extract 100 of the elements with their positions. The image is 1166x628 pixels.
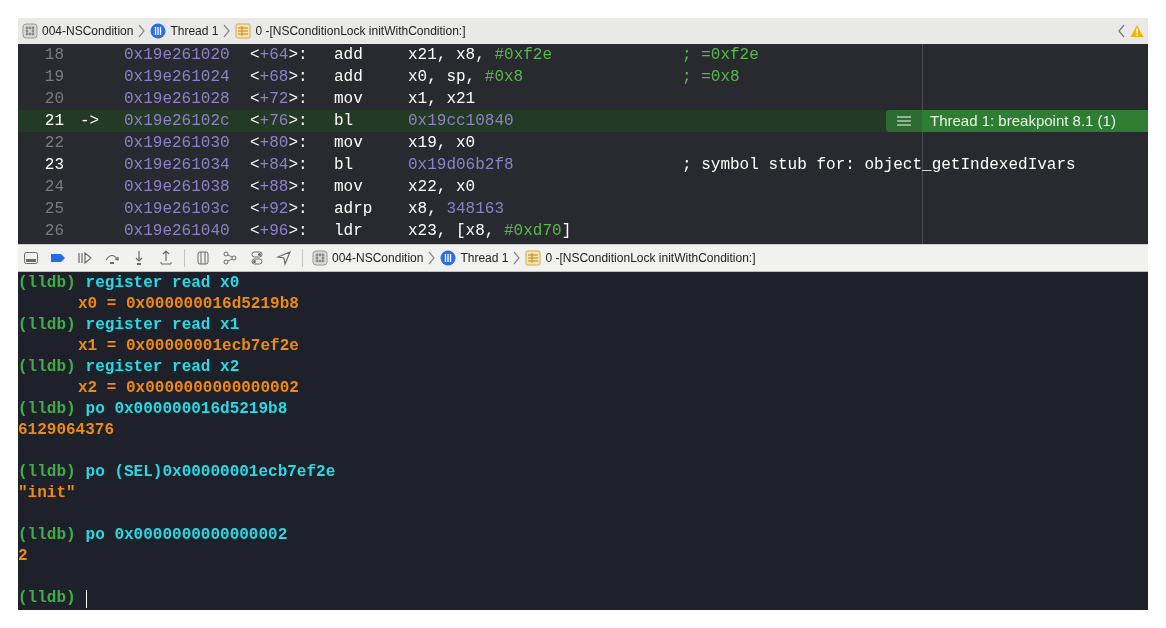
mnemonic: add (334, 67, 364, 88)
line-number: 19 (43, 67, 64, 88)
chevron-icon (137, 24, 147, 38)
output-text: 6129064376 (18, 420, 114, 441)
lldb-prompt: (lldb) (18, 462, 76, 483)
stack-frame-icon (525, 250, 542, 266)
breakpoint-annotation: Thread 1: breakpoint 8.1 (1) (922, 110, 1148, 132)
line-number: 25 (43, 199, 64, 220)
mnemonic: mov (334, 89, 364, 110)
lldb-prompt: (lldb) (18, 357, 76, 378)
mnemonic: adrp (334, 199, 374, 220)
toggle-switches-icon (249, 250, 265, 266)
toggle-switches-button[interactable] (248, 249, 266, 267)
offset: <+84>: (250, 155, 309, 176)
line-number: 23 (43, 155, 64, 176)
operands: x8, 348163 (408, 199, 505, 220)
comment: ; =0xf2e (682, 45, 759, 66)
memory-graph-icon (222, 250, 238, 266)
annotation-menu-button[interactable] (886, 110, 922, 132)
output-text: x0 = 0x000000016d5219b8 (78, 294, 299, 315)
memory-graph-button[interactable] (221, 249, 239, 267)
command-text: register read x0 (85, 273, 240, 294)
mnemonic: bl (334, 155, 355, 176)
location-arrow-icon (276, 250, 292, 266)
lldb-prompt: (lldb) (18, 273, 76, 294)
console-toggle-button[interactable] (22, 249, 40, 267)
comment: ; =0x8 (682, 67, 740, 88)
command-text: po (SEL)0x00000001ecb7ef2e (85, 462, 336, 483)
offset: <+88>: (250, 177, 309, 198)
offset: <+80>: (250, 133, 309, 154)
chevron-left-icon (1117, 24, 1126, 38)
breadcrumb-item[interactable]: 0 -[NSConditionLock initWithCondition:] (545, 249, 756, 267)
console-toggle-icon (23, 250, 39, 266)
command-text: register read x1 (85, 315, 240, 336)
chevron-icon (222, 24, 232, 38)
mnemonic: ldr (334, 221, 364, 242)
operands: x23, [x8, #0xd70] (408, 221, 573, 242)
mnemonic: add (334, 45, 364, 66)
chevron-icon (512, 251, 522, 265)
address: 0x19e261040 (124, 221, 231, 242)
operands: 0x19d06b2f8 (408, 155, 515, 176)
operands: x0, sp, #0x8 (408, 67, 525, 88)
address: 0x19e261020 (124, 45, 231, 66)
mnemonic: mov (334, 133, 364, 154)
command-text: po 0x000000016d5219b8 (85, 399, 288, 420)
comment: ; symbol stub for: object_getIndexedIvars (682, 155, 1076, 176)
operands: x1, x21 (408, 89, 477, 110)
step-out-icon (158, 250, 174, 266)
operands: x22, x0 (408, 177, 477, 198)
operands: x19, x0 (408, 133, 477, 154)
line-number: 18 (43, 45, 64, 66)
view-hierarchy-button[interactable] (194, 249, 212, 267)
line-number: 22 (43, 133, 64, 154)
thread-icon (440, 250, 457, 266)
breadcrumb-item[interactable]: 0 -[NSConditionLock initWithCondition:] (255, 22, 466, 40)
offset: <+92>: (250, 199, 309, 220)
offset: <+72>: (250, 89, 309, 110)
continue-button[interactable] (76, 249, 94, 267)
lldb-prompt: (lldb) (18, 588, 76, 609)
address: 0x19e261028 (124, 89, 231, 110)
lldb-prompt: (lldb) (18, 399, 76, 420)
address: 0x19e26102c (124, 111, 231, 132)
output-text: 2 (18, 546, 28, 567)
breadcrumb-item[interactable]: 004-NSCondition (332, 249, 424, 267)
lldb-prompt: (lldb) (18, 525, 76, 546)
breadcrumb-item[interactable]: Thread 1 (170, 22, 219, 40)
offset: <+96>: (250, 221, 309, 242)
view-hierarchy-icon (195, 250, 211, 266)
location-arrow-button[interactable] (275, 249, 293, 267)
address: 0x19e261030 (124, 133, 231, 154)
output-text: x2 = 0x0000000000000002 (78, 378, 299, 399)
lldb-prompt: (lldb) (18, 315, 76, 336)
command-text: po 0x0000000000000002 (85, 525, 288, 546)
thread-icon (150, 23, 167, 39)
address: 0x19e261034 (124, 155, 231, 176)
offset: <+76>: (250, 111, 309, 132)
line-number: 20 (43, 89, 64, 110)
app-grid-icon (22, 23, 38, 39)
output-text: x1 = 0x00000001ecb7ef2e (78, 336, 299, 357)
operands: x21, x8, #0xf2e (408, 45, 554, 66)
line-number: 24 (43, 177, 64, 198)
menu-icon (897, 116, 911, 126)
mnemonic: bl (334, 111, 355, 132)
chevron-icon (427, 251, 437, 265)
address: 0x19e261038 (124, 177, 231, 198)
breadcrumb-item[interactable]: 004-NSCondition (42, 22, 134, 40)
stack-frame-icon (235, 23, 252, 39)
mnemonic: mov (334, 177, 364, 198)
line-number: 26 (43, 221, 64, 242)
current-instruction-arrow: -> (79, 111, 101, 132)
command-text: register read x2 (85, 357, 240, 378)
line-number: 21 (43, 111, 64, 132)
app-grid-icon (312, 250, 328, 266)
offset: <+68>: (250, 67, 309, 88)
offset: <+64>: (250, 45, 309, 66)
breadcrumb-item[interactable]: Thread 1 (460, 249, 509, 267)
operands: 0x19cc10840 (408, 111, 515, 132)
continue-icon (77, 250, 93, 266)
warning-icon (1130, 24, 1144, 38)
step-out-button[interactable] (157, 249, 175, 267)
